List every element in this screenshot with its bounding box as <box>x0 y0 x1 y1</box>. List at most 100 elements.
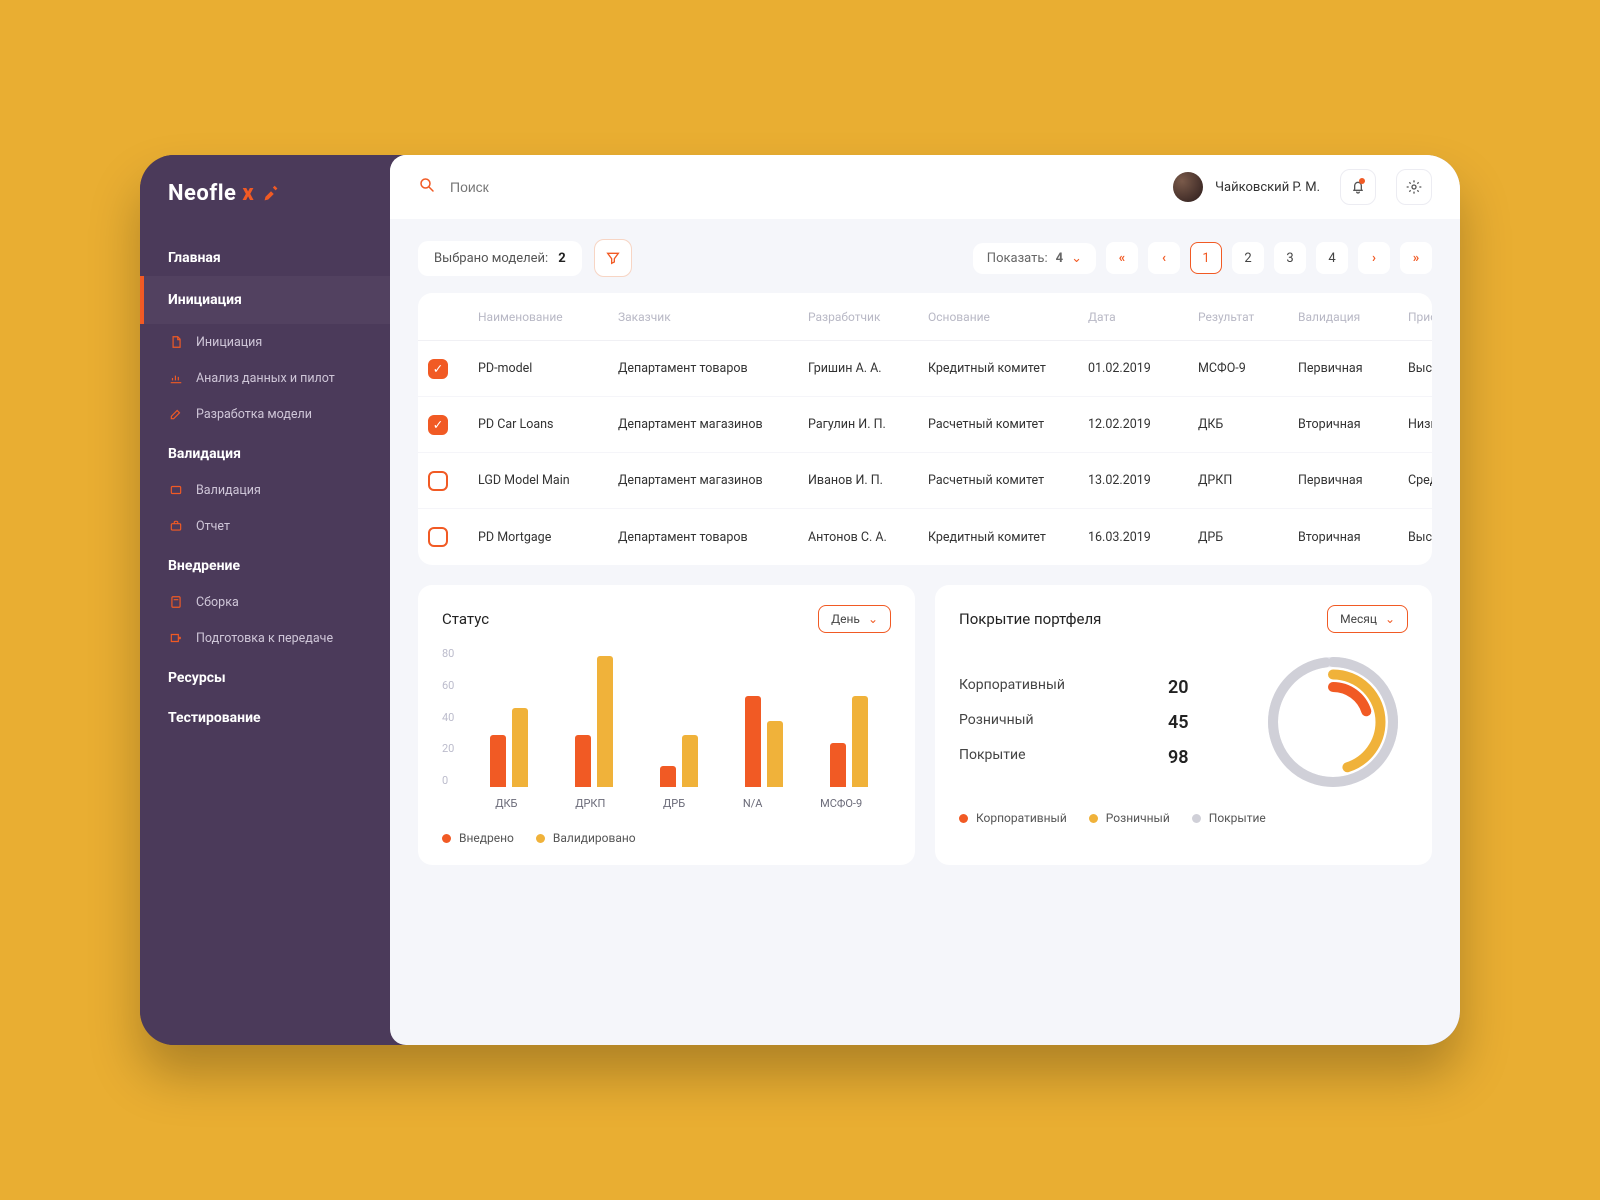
chevron-down-icon: ⌄ <box>1385 612 1395 626</box>
bar <box>490 735 506 788</box>
cell-date: 01.02.2019 <box>1088 361 1198 376</box>
sidebar: Neoflex Главная Инициация Инициация Анали… <box>140 155 390 1045</box>
col-validation[interactable]: Валидация <box>1298 310 1408 324</box>
controls-bar: Выбрано моделей: 2 Показать: 4 ⌄ « ‹ 123… <box>390 219 1460 277</box>
nav-section-validation[interactable]: Валидация <box>140 432 390 472</box>
metric-label: Розничный <box>959 712 1034 733</box>
row-checkbox[interactable]: ✓ <box>428 359 448 379</box>
send-icon <box>168 630 184 646</box>
bar-group <box>575 656 613 787</box>
nav-section-resources[interactable]: Ресурсы <box>140 656 390 696</box>
coverage-metric-row: Покрытие98 <box>959 747 1228 768</box>
sidebar-item[interactable]: Подготовка к передаче <box>140 620 390 656</box>
sidebar-item-label: Инициация <box>196 335 262 350</box>
cell-developer: Антонов С. А. <box>808 530 928 545</box>
coverage-period-select[interactable]: Месяц ⌄ <box>1327 605 1408 633</box>
cell-name: PD Mortgage <box>478 530 618 545</box>
page-last-button[interactable]: » <box>1400 242 1432 274</box>
col-developer[interactable]: Разработчик <box>808 310 928 324</box>
bar <box>575 735 591 788</box>
bar-group <box>745 696 783 787</box>
nav-section-main[interactable]: Главная <box>140 236 390 276</box>
file-icon <box>168 334 184 350</box>
page-number-button[interactable]: 3 <box>1274 242 1306 274</box>
row-checkbox[interactable] <box>428 527 448 547</box>
page-size-select[interactable]: Показать: 4 ⌄ <box>973 243 1096 274</box>
app-window: Neoflex Главная Инициация Инициация Анали… <box>140 155 1460 1045</box>
x-tick: ДРБ <box>663 797 685 810</box>
col-priority[interactable]: Приоритет <box>1408 310 1432 324</box>
status-bar-chart: 806040200 ДКБДРКПДРБN/AМСФО-9 <box>442 647 891 817</box>
avatar <box>1173 172 1203 202</box>
sidebar-item[interactable]: Валидация <box>140 472 390 508</box>
table-row[interactable]: LGD Model MainДепартамент магазиновИвано… <box>418 453 1432 509</box>
nav-section-initiation[interactable]: Инициация <box>140 276 390 324</box>
badge-icon <box>168 482 184 498</box>
bar-group <box>660 735 698 788</box>
sidebar-item[interactable]: Инициация <box>140 324 390 360</box>
search-input[interactable] <box>450 179 650 195</box>
cell-basis: Расчетный комитет <box>928 473 1088 488</box>
bar <box>767 721 783 788</box>
table-row[interactable]: PD MortgageДепартамент товаровАнтонов С.… <box>418 509 1432 565</box>
coverage-card: Покрытие портфеля Месяц ⌄ Корпоративный2… <box>935 585 1432 865</box>
sidebar-item[interactable]: Отчет <box>140 508 390 544</box>
search-box <box>418 176 1153 199</box>
sidebar-item-label: Подготовка к передаче <box>196 631 333 646</box>
cell-result: ДКБ <box>1198 417 1298 432</box>
sidebar-item[interactable]: Сборка <box>140 584 390 620</box>
brand-logo: Neoflex <box>140 181 390 236</box>
status-period-select[interactable]: День ⌄ <box>818 605 891 633</box>
col-customer[interactable]: Заказчик <box>618 310 808 324</box>
legend-deployed: Внедрено <box>442 831 514 845</box>
cell-validation: Вторичная <box>1298 417 1408 432</box>
filter-button[interactable] <box>594 239 632 277</box>
table-row[interactable]: ✓PD-modelДепартамент товаровГришин А. А.… <box>418 341 1432 397</box>
bar-group <box>490 708 528 787</box>
page-prev-button[interactable]: ‹ <box>1148 242 1180 274</box>
filter-icon <box>605 250 621 266</box>
row-checkbox[interactable]: ✓ <box>428 415 448 435</box>
page-number-button[interactable]: 1 <box>1190 242 1222 274</box>
bar <box>830 743 846 787</box>
page-first-button[interactable]: « <box>1106 242 1138 274</box>
pager: Показать: 4 ⌄ « ‹ 1234 › » <box>973 242 1432 274</box>
cell-developer: Гришин А. А. <box>808 361 928 376</box>
col-basis[interactable]: Основание <box>928 310 1088 324</box>
bar <box>660 766 676 787</box>
settings-button[interactable] <box>1396 169 1432 205</box>
legend-retail: Розничный <box>1089 811 1170 825</box>
topbar: Чайковский Р. М. <box>390 155 1460 219</box>
col-date[interactable]: Дата <box>1088 310 1198 324</box>
main-panel: Чайковский Р. М. Выбрано моделей: 2 Пока… <box>390 155 1460 1045</box>
cell-result: ДРКП <box>1198 473 1298 488</box>
page-number-button[interactable]: 4 <box>1316 242 1348 274</box>
nav-section-testing[interactable]: Тестирование <box>140 696 390 736</box>
coverage-metric-row: Корпоративный 20 <box>959 677 1228 698</box>
col-name[interactable]: Наименование <box>478 310 618 324</box>
page-number-button[interactable]: 2 <box>1232 242 1264 274</box>
metric-label: Корпоративный <box>959 677 1065 698</box>
metric-value: 20 <box>1168 677 1228 698</box>
status-card: Статус День ⌄ 806040200 ДКБДРКПДРБN/AМСФ… <box>418 585 915 865</box>
models-table: Наименование Заказчик Разработчик Основа… <box>418 293 1432 565</box>
sidebar-item[interactable]: Анализ данных и пилот <box>140 360 390 396</box>
cell-result: МСФО-9 <box>1198 361 1298 376</box>
table-row[interactable]: ✓PD Car LoansДепартамент магазиновРагули… <box>418 397 1432 453</box>
calc-icon <box>168 594 184 610</box>
sidebar-item-label: Отчет <box>196 519 230 534</box>
sidebar-item-label: Сборка <box>196 595 239 610</box>
user-chip[interactable]: Чайковский Р. М. <box>1173 172 1320 202</box>
legend-cover: Покрытие <box>1192 811 1266 825</box>
sidebar-item[interactable]: Разработка модели <box>140 396 390 432</box>
y-tick: 0 <box>442 774 454 787</box>
notifications-button[interactable] <box>1340 169 1376 205</box>
nav-section-deployment[interactable]: Внедрение <box>140 544 390 584</box>
gear-icon <box>1406 179 1422 195</box>
page-next-button[interactable]: › <box>1358 242 1390 274</box>
y-tick: 40 <box>442 711 454 724</box>
notification-dot <box>1359 178 1365 184</box>
cell-name: PD-model <box>478 361 618 376</box>
col-result[interactable]: Результат <box>1198 310 1298 324</box>
row-checkbox[interactable] <box>428 471 448 491</box>
